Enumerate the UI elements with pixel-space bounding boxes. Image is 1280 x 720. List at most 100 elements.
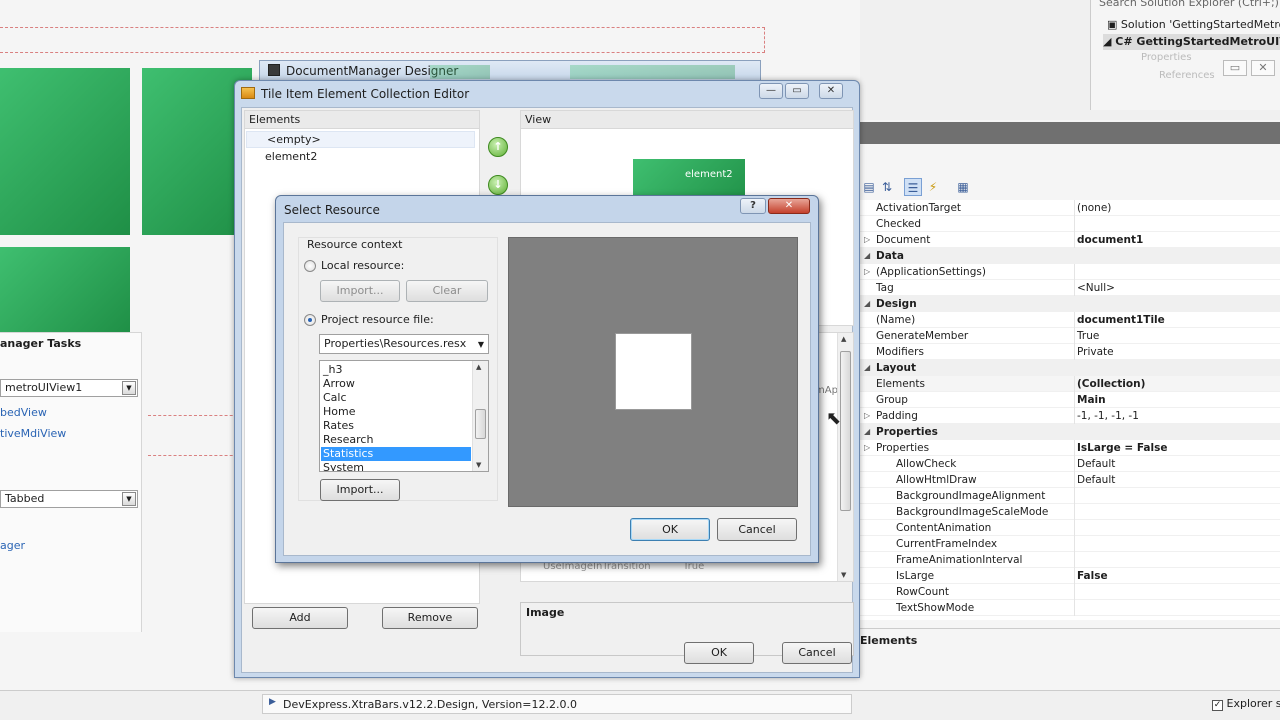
project-node[interactable]: ◢ C# GettingStartedMetroUIVi <box>1103 34 1280 50</box>
property-value[interactable] <box>1074 488 1280 504</box>
property-value[interactable] <box>1074 216 1280 232</box>
property-row[interactable]: BackgroundImageAlignment <box>860 488 1280 504</box>
property-value[interactable] <box>1074 520 1280 536</box>
resource-list[interactable]: _h3 Arrow Calc Home Rates Research Stati… <box>319 360 489 472</box>
list-item[interactable]: Rates <box>321 419 471 433</box>
property-row[interactable]: Tag <Null> <box>860 280 1280 296</box>
property-row[interactable]: ▷ Properties IsLarge = False <box>860 440 1280 456</box>
close-icon[interactable]: ✕ <box>768 198 810 214</box>
property-row[interactable]: AllowCheck Default <box>860 456 1280 472</box>
properties-node[interactable]: Properties <box>1141 52 1192 63</box>
element-item-empty[interactable]: <empty> <box>246 131 475 148</box>
move-down-button[interactable]: ↓ <box>488 175 508 195</box>
solution-search-input[interactable]: Search Solution Explorer (Ctrl+;) <box>1099 0 1279 9</box>
ok-button[interactable]: OK <box>630 518 710 541</box>
property-row[interactable]: ▷ Padding -1, -1, -1, -1 <box>860 408 1280 424</box>
property-value[interactable] <box>1074 264 1280 280</box>
list-item[interactable]: Research <box>321 433 471 447</box>
property-value[interactable] <box>1074 584 1280 600</box>
property-row[interactable]: ActivationTarget (none) <box>860 200 1280 216</box>
property-row[interactable]: BackgroundImageScaleMode <box>860 504 1280 520</box>
collapse-icon[interactable]: ◢ <box>864 248 870 264</box>
list-item[interactable]: Home <box>321 405 471 419</box>
property-row[interactable]: IsLarge False <box>860 568 1280 584</box>
property-row[interactable]: ▷ (ApplicationSettings) <box>860 264 1280 280</box>
help-button[interactable]: ? <box>740 198 766 214</box>
property-row[interactable]: GenerateMember True <box>860 328 1280 344</box>
property-row[interactable]: Checked <box>860 216 1280 232</box>
collapse-icon[interactable]: ◢ <box>864 424 870 440</box>
element-item-element2[interactable]: element2 <box>246 149 475 166</box>
sort-alpha-icon[interactable]: ⇅ <box>878 178 896 196</box>
property-row[interactable]: CurrentFrameIndex <box>860 536 1280 552</box>
scroll-thumb[interactable] <box>475 409 486 439</box>
property-row[interactable]: FrameAnimationInterval <box>860 552 1280 568</box>
property-value[interactable]: document1 <box>1074 232 1280 248</box>
property-value[interactable]: (none) <box>1074 200 1280 216</box>
property-value[interactable]: <Null> <box>1074 280 1280 296</box>
local-import-button[interactable]: Import... <box>320 280 400 302</box>
references-node[interactable]: References <box>1159 70 1215 81</box>
property-row[interactable]: AllowHtmlDraw Default <box>860 472 1280 488</box>
add-button[interactable]: Add <box>252 607 348 629</box>
tile-large[interactable] <box>0 68 130 235</box>
property-row[interactable]: Group Main <box>860 392 1280 408</box>
property-value[interactable]: Main <box>1074 392 1280 408</box>
minimize-icon[interactable]: — <box>759 83 783 99</box>
cancel-button[interactable]: Cancel <box>717 518 797 541</box>
property-row[interactable]: ContentAnimation <box>860 520 1280 536</box>
view-combo[interactable]: metroUIView1 ▼ <box>0 379 138 397</box>
collapse-icon[interactable]: ◢ <box>864 296 870 312</box>
property-value[interactable]: IsLarge = False <box>1074 440 1280 456</box>
explorer-style-option[interactable]: ✓ Explorer sty <box>1212 697 1280 711</box>
property-value[interactable] <box>1074 504 1280 520</box>
property-row[interactable]: ▷ Document document1 <box>860 232 1280 248</box>
expand-icon[interactable]: ▷ <box>864 264 870 280</box>
property-scrollbar[interactable]: ▲ ▼ <box>837 333 853 581</box>
maximize-icon[interactable]: ▭ <box>785 83 809 99</box>
property-value[interactable]: Default <box>1074 456 1280 472</box>
link-manager[interactable]: ager <box>0 539 25 552</box>
minimize-icon[interactable]: ▭ <box>1223 60 1247 76</box>
expand-icon[interactable]: ▷ <box>864 232 870 248</box>
link-native-mdi-view[interactable]: tiveMdiView <box>0 427 66 440</box>
list-item[interactable]: _h3 <box>321 363 471 377</box>
clear-button[interactable]: Clear <box>406 280 488 302</box>
collapse-icon[interactable]: ◢ <box>864 360 870 376</box>
resource-list-scrollbar[interactable]: ▲ ▼ <box>472 361 488 471</box>
property-value[interactable]: (Collection) <box>1074 376 1280 392</box>
move-up-button[interactable]: ↑ <box>488 137 508 157</box>
close-icon[interactable]: ✕ <box>819 83 843 99</box>
property-value[interactable]: True <box>1074 328 1280 344</box>
property-pages-icon[interactable]: ▦ <box>954 178 972 196</box>
tile-small[interactable] <box>0 247 130 333</box>
cancel-button[interactable]: Cancel <box>782 642 852 664</box>
local-resource-radio[interactable] <box>304 260 316 272</box>
property-category-row[interactable]: ◢ Data <box>860 248 1280 264</box>
mode-combo[interactable]: Tabbed ▼ <box>0 490 138 508</box>
link-tabbed-view[interactable]: bedView <box>0 406 47 419</box>
expand-icon[interactable]: ▷ <box>864 440 870 456</box>
property-value[interactable]: False <box>1074 568 1280 584</box>
solution-node[interactable]: ▣ Solution 'GettingStartedMetroU <box>1107 18 1280 31</box>
property-row[interactable]: (Name) document1Tile <box>860 312 1280 328</box>
property-value[interactable]: document1Tile <box>1074 312 1280 328</box>
scroll-thumb[interactable] <box>840 351 851 511</box>
property-value[interactable] <box>1074 552 1280 568</box>
categorized-icon[interactable]: ▤ <box>860 178 878 196</box>
property-row[interactable]: Elements (Collection) <box>860 376 1280 392</box>
property-row[interactable]: RowCount <box>860 584 1280 600</box>
property-category-row[interactable]: ◢ Design <box>860 296 1280 312</box>
list-item[interactable]: System <box>321 461 471 471</box>
property-value[interactable] <box>1074 600 1280 616</box>
list-item-selected[interactable]: Statistics <box>321 447 471 461</box>
resource-file-combo[interactable]: Properties\Resources.resx ▼ <box>319 334 489 354</box>
close-icon[interactable]: ✕ <box>1251 60 1275 76</box>
property-value[interactable]: -1, -1, -1, -1 <box>1074 408 1280 424</box>
property-category-row[interactable]: ◢ Properties <box>860 424 1280 440</box>
property-category-row[interactable]: ◢ Layout <box>860 360 1280 376</box>
checkbox-checked-icon[interactable]: ✓ <box>1212 700 1223 711</box>
remove-button[interactable]: Remove <box>382 607 478 629</box>
property-row[interactable]: Modifiers Private <box>860 344 1280 360</box>
expand-icon[interactable]: ▷ <box>864 408 870 424</box>
